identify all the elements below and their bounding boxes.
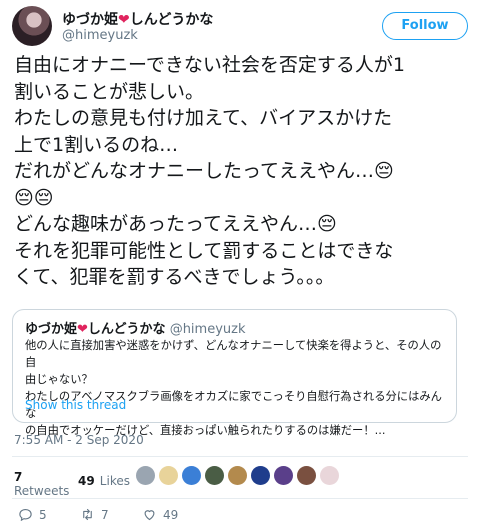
author-handle[interactable]: @himeyuzk xyxy=(62,28,138,43)
tweet-line: 上で1割いるのね… xyxy=(14,133,179,156)
retweets-stat[interactable]: 7 Retweets xyxy=(14,470,69,498)
liker-avatar[interactable] xyxy=(274,466,293,485)
likes-label: Likes xyxy=(99,474,130,488)
likes-stat[interactable]: 49 Likes xyxy=(78,470,130,489)
tweet-line: 自由にオナニーできない社会を否定する人が1 xyxy=(14,54,405,76)
reply-button[interactable]: 5 xyxy=(18,507,47,521)
liker-avatars xyxy=(136,466,339,485)
liker-avatar[interactable] xyxy=(136,466,155,485)
retweet-button[interactable]: 7 xyxy=(80,507,109,521)
author-name-prefix: ゆづか姫 xyxy=(62,12,118,28)
tweet-text: 自由にオナニーできない社会を否定する人が1 割いることが悲しい。わたしの意見も付け… xyxy=(14,52,470,291)
tweet-line: わたしの意見も付け加えて、バイアスかけた xyxy=(14,107,393,129)
liker-avatar[interactable] xyxy=(228,466,247,485)
liker-avatar[interactable] xyxy=(205,466,224,485)
follow-button[interactable]: Follow xyxy=(382,12,468,40)
divider xyxy=(12,498,468,499)
quoted-name-prefix: ゆづか姫 xyxy=(25,322,78,337)
heart-icon: ❤ xyxy=(118,12,130,28)
show-thread-link[interactable]: Show this thread xyxy=(25,398,126,412)
tweet-line: 😔😔 xyxy=(14,186,54,209)
liker-avatar[interactable] xyxy=(182,466,201,485)
heart-outline-icon xyxy=(144,510,155,521)
liker-avatar[interactable] xyxy=(251,466,270,485)
tweet-actions: 5 7 49 xyxy=(14,507,214,521)
retweet-count: 7 xyxy=(101,507,109,521)
quoted-line: 他の人に直接加害や迷惑をかけず、どんなオナニーして快楽を得ようと、その人の自 xyxy=(25,339,442,369)
reply-count: 5 xyxy=(39,507,47,521)
tweet-line: 割いることが悲しい。 xyxy=(14,80,205,103)
divider xyxy=(12,456,468,457)
tweet-header: ゆづか姫❤しんどうかな @himeyuzk Follow xyxy=(12,6,468,50)
liker-avatar[interactable] xyxy=(297,466,316,485)
tweet-line: どんな趣味があったってええやん…😔 xyxy=(14,213,337,235)
quoted-author: ゆづか姫❤しんどうかな @himeyuzk xyxy=(25,318,246,337)
quoted-text: 他の人に直接加害や迷惑をかけず、どんなオナニーして快楽を得ようと、その人の自由じ… xyxy=(25,337,450,439)
reply-icon xyxy=(19,508,32,521)
retweets-label: Retweets xyxy=(14,484,70,498)
quoted-tweet[interactable]: ゆづか姫❤しんどうかな @himeyuzk 他の人に直接加害や迷惑をかけず、どん… xyxy=(12,309,457,437)
retweets-count: 7 xyxy=(14,470,23,484)
author-name[interactable]: ゆづか姫❤しんどうかな xyxy=(62,9,213,29)
author-name-suffix: しんどうかな xyxy=(129,12,214,28)
tweet-line: くて、犯罪を罰するべきでしょう。。。 xyxy=(14,266,335,288)
quoted-line: 由じゃない？ xyxy=(25,373,93,386)
heart-icon: ❤ xyxy=(77,322,88,337)
avatar[interactable] xyxy=(12,6,52,46)
quoted-handle: @himeyuzk xyxy=(169,322,246,337)
liker-avatar[interactable] xyxy=(320,466,339,485)
retweet-icon xyxy=(83,508,92,521)
like-count: 49 xyxy=(163,507,179,521)
tweet-stats: 7 Retweets 49 Likes xyxy=(14,466,470,498)
tweet-line: だれがどんなオナニーしたってええやん…😔 xyxy=(14,160,394,182)
liker-avatar[interactable] xyxy=(159,466,178,485)
like-button[interactable]: 49 xyxy=(142,507,178,521)
likes-count: 49 xyxy=(78,474,95,488)
tweet-line: それを犯罪可能性として罰することはできな xyxy=(14,239,394,262)
timestamp[interactable]: 7:55 AM - 2 Sep 2020 xyxy=(14,433,144,447)
quoted-name-suffix: しんどうかな xyxy=(87,322,166,337)
